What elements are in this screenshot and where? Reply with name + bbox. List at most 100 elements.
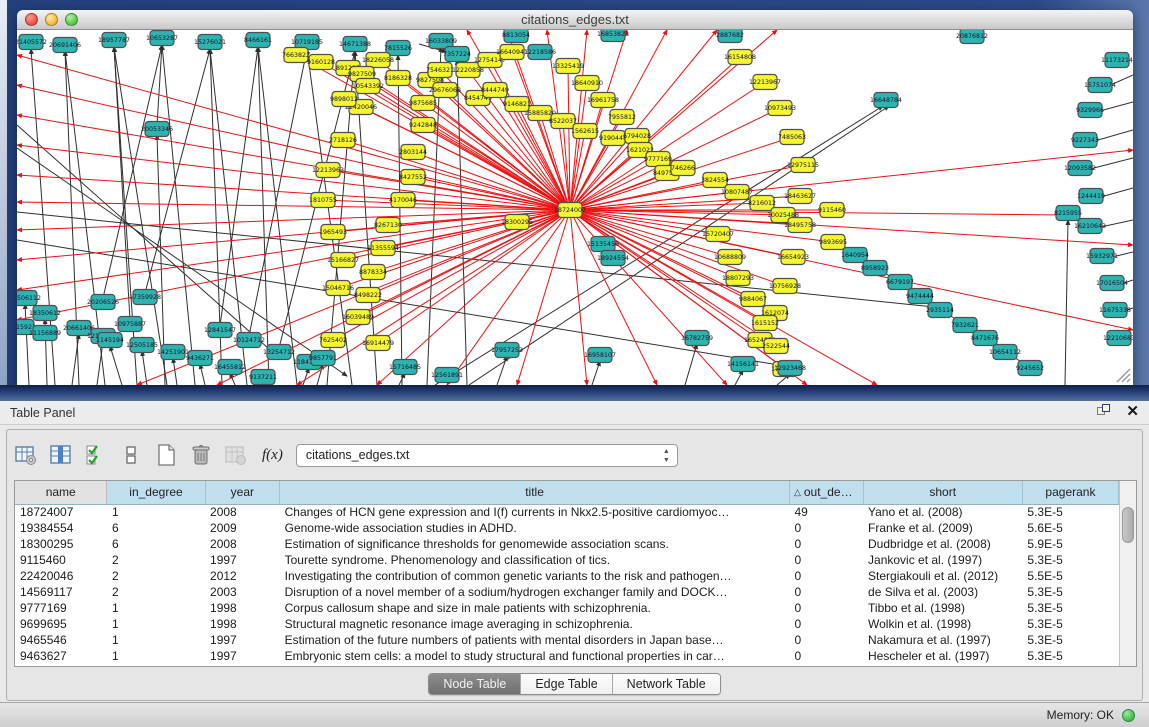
table-cell[interactable]: 0 <box>789 600 863 616</box>
column-header-name[interactable]: name <box>15 481 107 504</box>
network-node[interactable]: 18957787 <box>98 33 130 48</box>
network-node[interactable]: 12218586 <box>524 45 556 60</box>
network-node[interactable]: 10654112 <box>989 345 1021 360</box>
network-node[interactable]: 2935114 <box>926 303 954 318</box>
network-window-titlebar[interactable]: citations_edges.txt <box>17 10 1133 30</box>
table-cell[interactable]: 5.3E-5 <box>1022 616 1118 632</box>
network-node[interactable]: 12975115 <box>787 158 819 173</box>
network-node[interactable]: 2718126 <box>329 133 357 148</box>
table-cell[interactable]: 0 <box>789 616 863 632</box>
network-node[interactable]: 8427552 <box>399 170 427 185</box>
network-node[interactable]: 18463627 <box>784 189 816 204</box>
network-node[interactable]: 10975887 <box>114 317 146 332</box>
network-node[interactable]: 29676068 <box>429 83 461 98</box>
table-cell[interactable]: 5.5E-5 <box>1022 568 1118 584</box>
table-cell[interactable]: 1 <box>107 616 205 632</box>
network-node[interactable]: 15135456 <box>587 237 619 252</box>
table-row[interactable]: 2242004622012Investigating the contribut… <box>15 568 1119 584</box>
table-cell[interactable]: 5.6E-5 <box>1022 520 1118 536</box>
table-cell[interactable]: 1 <box>107 504 205 520</box>
table-cell[interactable]: 5.3E-5 <box>1022 632 1118 648</box>
network-node[interactable]: 11156889 <box>29 326 61 341</box>
network-node[interactable]: 16782759 <box>681 331 713 346</box>
table-cell[interactable]: 5.3E-5 <box>1022 504 1118 520</box>
network-node[interactable]: 8215955 <box>1054 206 1082 221</box>
network-node[interactable]: 12213967 <box>749 75 781 90</box>
network-node[interactable]: 12506112 <box>17 291 41 306</box>
hub-node[interactable]: 18724007 <box>554 203 586 218</box>
network-node[interactable]: 10756928 <box>769 279 801 294</box>
network-node[interactable]: 10807487 <box>721 185 753 200</box>
network-node[interactable]: 9857791 <box>309 351 337 366</box>
network-node[interactable]: 9245652 <box>1016 361 1044 376</box>
network-node[interactable]: 10124712 <box>233 333 265 348</box>
table-cell[interactable]: 18300295 <box>15 536 107 552</box>
network-node[interactable]: 12505185 <box>126 338 158 353</box>
table-cell[interactable]: 2008 <box>205 536 280 552</box>
network-node[interactable]: 9884067 <box>739 292 767 307</box>
network-node[interactable]: 9875685 <box>409 96 437 111</box>
network-node[interactable]: 16654923 <box>777 250 809 265</box>
network-canvas[interactable]: 2140557220691406189577871065328715276021… <box>17 30 1133 385</box>
network-node[interactable]: 9137211 <box>249 370 277 385</box>
row-selection-button[interactable] <box>83 442 109 468</box>
column-header-out_de[interactable]: △out_de… <box>789 481 863 504</box>
table-cell[interactable]: Investigating the contribution of common… <box>280 568 790 584</box>
network-node[interactable]: 8444749 <box>481 83 509 98</box>
network-node[interactable]: 16958107 <box>584 348 616 363</box>
network-node[interactable]: 7357224 <box>443 47 471 62</box>
table-cell[interactable]: 1998 <box>205 600 280 616</box>
table-cell[interactable]: 14569117 <box>15 584 107 600</box>
network-node[interactable]: 3824554 <box>701 173 729 188</box>
table-cell[interactable]: 2 <box>107 552 205 568</box>
table-cell[interactable]: 2003 <box>205 584 280 600</box>
network-node[interactable]: 15276021 <box>194 35 226 50</box>
network-node[interactable]: 16640941 <box>496 45 528 60</box>
network-node[interactable]: 18924554 <box>597 251 629 266</box>
network-node[interactable]: 7955812 <box>608 110 636 125</box>
network-node[interactable]: 9146821 <box>503 97 531 112</box>
table-cell[interactable]: 19384554 <box>15 520 107 536</box>
network-node[interactable]: 16961758 <box>587 93 619 108</box>
network-node[interactable]: 14156141 <box>727 357 759 372</box>
table-cell[interactable]: 0 <box>789 648 863 664</box>
table-cell[interactable]: 5.3E-5 <box>1022 648 1118 664</box>
table-cell[interactable]: Dudbridge et al. (2008) <box>863 536 1022 552</box>
table-cell[interactable]: Structural magnetic resonance image aver… <box>280 616 790 632</box>
network-node[interactable]: 20206526 <box>87 295 119 310</box>
network-node[interactable]: 9436271 <box>186 351 214 366</box>
network-node[interactable]: 16648784 <box>870 93 902 108</box>
column-header-short[interactable]: short <box>863 481 1022 504</box>
network-node[interactable]: 8186328 <box>384 71 412 86</box>
network-node[interactable]: 1810755 <box>309 193 337 208</box>
network-node[interactable]: 6794028 <box>623 129 651 144</box>
network-view-window[interactable]: citations_edges.txt 21405572206914061895… <box>17 10 1133 390</box>
column-header-title[interactable]: title <box>280 481 790 504</box>
network-node[interactable]: 10688809 <box>714 250 746 265</box>
network-node[interactable]: 16914479 <box>362 336 394 351</box>
table-cell[interactable]: 2 <box>107 584 205 600</box>
network-node[interactable]: 11173214 <box>1101 53 1133 68</box>
network-node[interactable]: 9898012 <box>330 92 358 107</box>
network-node[interactable]: 2522544 <box>762 339 790 354</box>
table-cell[interactable]: 0 <box>789 552 863 568</box>
table-cell[interactable]: Corpus callosum shape and size in male p… <box>280 600 790 616</box>
network-node[interactable]: 4170046 <box>389 193 417 208</box>
network-node[interactable]: 14671388 <box>339 37 371 52</box>
network-node[interactable]: 16853823 <box>597 30 629 42</box>
column-header-pagerank[interactable]: pagerank <box>1022 481 1118 504</box>
table-row[interactable]: 1830029562008Estimation of significance … <box>15 536 1119 552</box>
table-cell[interactable]: 1997 <box>205 632 280 648</box>
network-node[interactable]: 6679197 <box>886 275 914 290</box>
network-node[interactable]: 11355594 <box>367 241 399 256</box>
table-cell[interactable]: Nakamura et al. (1997) <box>863 632 1022 648</box>
network-node[interactable]: 18640910 <box>571 76 603 91</box>
network-node[interactable]: 17359928 <box>129 290 161 305</box>
table-cell[interactable]: 1997 <box>205 648 280 664</box>
table-cell[interactable]: Genome-wide association studies in ADHD. <box>280 520 790 536</box>
table-cell[interactable]: Embryonic stem cells: a model to study s… <box>280 648 790 664</box>
network-node[interactable]: 15932971 <box>1086 249 1118 264</box>
minimize-window-icon[interactable] <box>45 13 58 26</box>
table-cell[interactable]: 49 <box>789 504 863 520</box>
table-cell[interactable]: 9699695 <box>15 616 107 632</box>
